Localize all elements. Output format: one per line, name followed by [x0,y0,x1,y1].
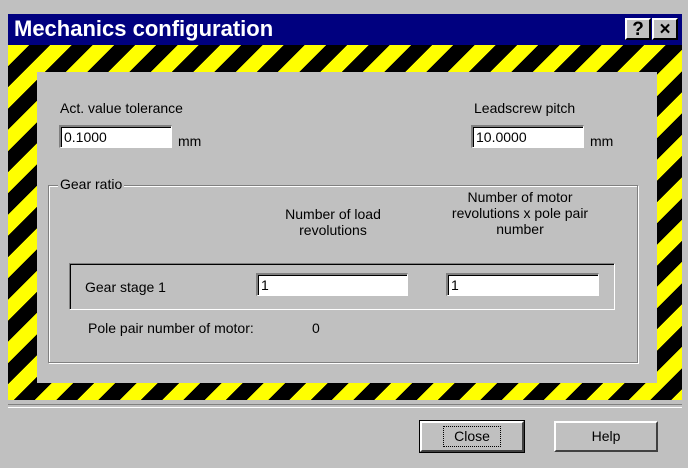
mechanics-config-dialog: Mechanics configuration ? × Act. value t… [0,0,688,468]
gear-stage-label: Gear stage 1 [85,279,166,295]
help-button[interactable]: Help [554,421,658,452]
leadscrew-label: Leadscrew pitch [474,100,576,116]
motor-revolutions-header: Number of motor revolutions x pole pair … [451,189,589,237]
bottom-separator [8,404,682,408]
pole-pair-value: 0 [312,320,320,336]
gear-ratio-group-title: Gear ratio [58,176,125,192]
close-icon[interactable]: × [652,18,678,40]
window-title: Mechanics configuration [14,16,274,41]
load-revolutions-header: Number of load revolutions [285,206,381,238]
pole-pair-label: Pole pair number of motor: [88,320,254,336]
close-button[interactable]: Close [419,420,525,453]
motor-revolutions-field[interactable]: 1 [446,273,599,296]
close-button-label: Close [443,426,501,447]
load-revolutions-field[interactable]: 1 [256,273,408,296]
tolerance-unit: mm [178,133,202,149]
help-icon[interactable]: ? [625,18,651,40]
tolerance-field[interactable]: 0.1000 [59,125,172,148]
leadscrew-field[interactable]: 10.0000 [471,125,584,148]
leadscrew-unit: mm [590,133,614,149]
tolerance-label: Act. value tolerance [60,100,183,116]
title-bar[interactable]: Mechanics configuration ? × [8,14,682,45]
